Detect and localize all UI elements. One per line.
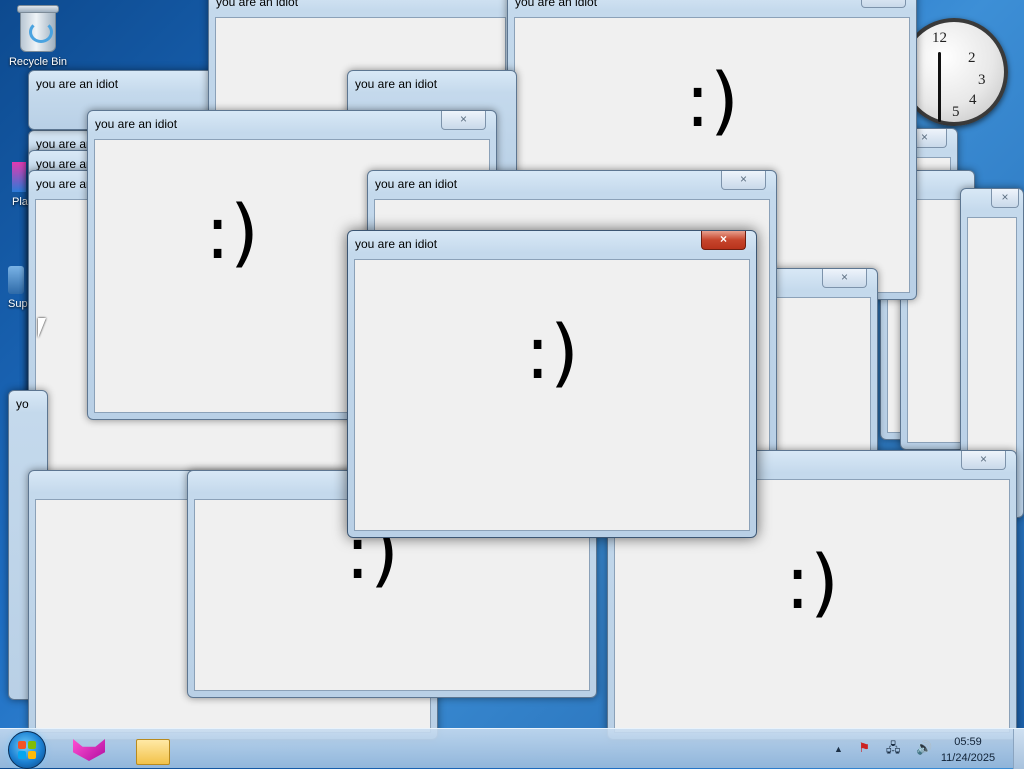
smiley-text: :) (785, 540, 839, 626)
window-client (767, 297, 871, 451)
taskbar: ▲ ⚑ 🖧 🔊 05:59 11/24/2025 (0, 728, 1024, 769)
windows-logo-icon (28, 751, 36, 759)
taskbar-file-explorer[interactable] (124, 733, 180, 765)
close-button[interactable]: × (441, 111, 486, 130)
start-button[interactable] (8, 731, 46, 769)
windows-logo-icon (18, 751, 26, 759)
window-client: :) (354, 259, 750, 531)
clock-number-12: 12 (932, 30, 947, 46)
window-title: you are an idiot (355, 237, 438, 251)
action-center-flag-icon[interactable]: ⚑ (859, 740, 871, 755)
window-title: you are an idiot (375, 177, 458, 191)
window-title: you are an idiot (355, 77, 438, 91)
show-desktop-button[interactable] (1013, 729, 1024, 769)
desktop-icon-label-sup: Sup (8, 298, 28, 310)
window-title: yo (16, 397, 29, 411)
clock-number-3: 3 (978, 72, 986, 88)
media-icon (12, 162, 26, 192)
window-title: you are an idiot (515, 0, 598, 9)
close-button[interactable]: × (822, 269, 867, 288)
close-button[interactable]: × (991, 189, 1019, 208)
folder-icon (136, 739, 170, 765)
pink-cat-icon (73, 739, 105, 761)
network-icon[interactable]: 🖧 (886, 740, 901, 755)
clock-hand (938, 52, 941, 122)
recycle-bin-icon (17, 5, 59, 52)
clock-time: 05:59 (954, 736, 982, 748)
taskbar-cat-app[interactable] (62, 733, 118, 765)
close-button[interactable]: × (961, 451, 1006, 470)
mouse-cursor (38, 318, 54, 338)
window-title: you are an idiot (95, 117, 178, 131)
window-title: you are an idiot (216, 0, 299, 9)
close-button[interactable]: × (721, 171, 766, 190)
windows-logo-icon (28, 741, 36, 749)
popup-window[interactable]: × (760, 268, 878, 458)
taskbar-clock[interactable]: 05:59 11/24/2025 (926, 734, 1010, 766)
clock-date: 11/24/2025 (940, 752, 996, 764)
smiley-text: :) (685, 58, 739, 144)
clock-number-2: 2 (968, 50, 976, 66)
windows-logo-icon (18, 741, 26, 749)
clock-number-4: 4 (969, 92, 977, 108)
close-button[interactable]: × (701, 231, 746, 250)
popup-window-active[interactable]: you are an idiot × :) (347, 230, 757, 538)
recycle-bin-label: Recycle Bin (8, 56, 68, 68)
smiley-text: :) (525, 310, 579, 396)
clock-number-5: 5 (952, 104, 960, 120)
recycle-bin[interactable]: Recycle Bin (0, 4, 76, 68)
show-hidden-icons-button[interactable]: ▲ (834, 744, 843, 754)
close-button[interactable]: × (861, 0, 906, 8)
